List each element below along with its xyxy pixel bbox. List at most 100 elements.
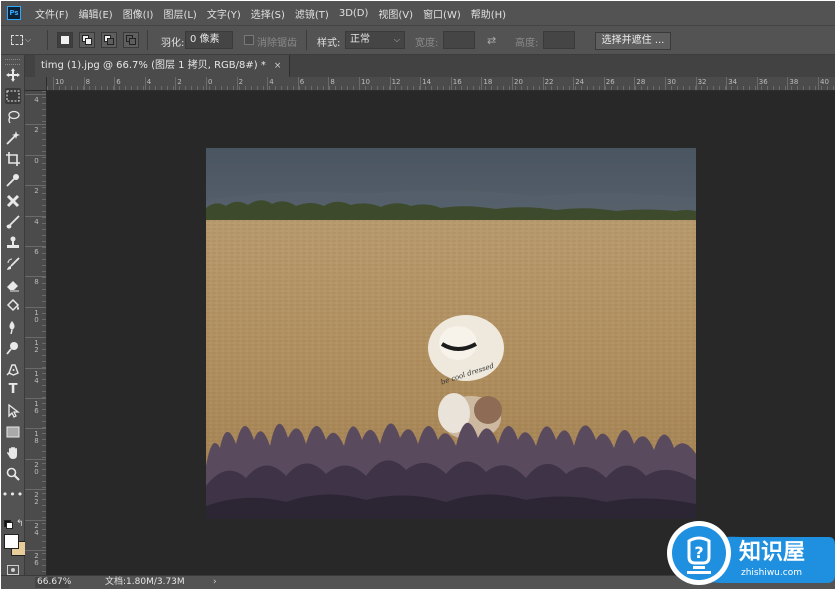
panel-grip-handle[interactable] [5,59,20,65]
antialias-checkbox[interactable] [244,35,254,45]
ruler-tick [267,77,269,90]
swap-colors-icon[interactable]: ↰ [16,519,24,529]
close-tab-icon[interactable]: × [274,61,282,71]
blur-tool-icon[interactable] [5,319,21,335]
default-colors-icon[interactable] [4,520,13,529]
menu-type[interactable]: 文字(Y) [207,6,241,21]
magic-wand-tool-icon[interactable] [5,130,21,146]
more-tools-icon[interactable]: ••• [2,487,23,503]
quick-mask-icon[interactable] [7,565,19,575]
style-label: 样式: [317,38,341,49]
ruler-tick [25,185,46,187]
ruler-tick [726,77,728,90]
zoom-tool-icon[interactable] [5,466,21,482]
ruler-tick [25,124,46,126]
ruler-label: 20 [34,460,39,476]
add-to-selection-button[interactable] [79,32,95,48]
paint-bucket-tool-icon[interactable] [5,298,21,314]
ruler-label: 2 [34,126,39,135]
ruler-tick [25,215,46,217]
swap-dimensions-icon[interactable]: ⇄ [487,34,496,47]
vertical-ruler[interactable]: 4 2 0 2 4 6 8 10 12 14 16 18 20 22 24 26 [25,91,47,575]
ruler-tick [818,77,819,90]
menu-bar: Ps 文件(F) 编辑(E) 图像(I) 图层(L) 文字(Y) 选择(S) 滤… [1,1,835,25]
move-tool-icon[interactable] [5,67,21,83]
type-tool-icon[interactable]: T [5,382,21,398]
ruler-tick [328,77,330,90]
status-menu-arrow-icon[interactable]: › [213,576,217,589]
options-bar: ⌵ 羽化: 0 像素 消除锯齿 样式: 正常 ⌵ 宽度: ⇄ 高度: 选择并遮住… [1,25,835,55]
subtract-from-selection-button[interactable] [101,32,117,48]
options-divider [47,30,48,50]
style-select[interactable]: 正常 ⌵ [345,31,405,49]
ruler-tick [25,398,46,399]
rectangular-marquee-tool-icon[interactable] [5,88,21,104]
eraser-tool-icon[interactable] [5,277,21,293]
ruler-label: 16 [452,78,462,86]
ruler-label: 18 [483,78,493,86]
ruler-label: 12 [34,339,39,355]
watermark-url: zhishiwu.com [741,568,802,578]
ruler-label: 22 [34,491,39,507]
ruler-tick [25,94,46,95]
ruler-tick [603,77,605,90]
menu-edit[interactable]: 编辑(E) [79,6,113,21]
new-selection-button[interactable] [57,32,73,48]
horizontal-ruler[interactable]: 10 8 6 4 2 0 2 4 6 8 10 12 14 16 18 20 22 24 26 28 30 32 34 36 3… [47,77,835,91]
eyedropper-tool-icon[interactable] [5,172,21,188]
zoom-level-field[interactable]: 66.67% [35,577,71,588]
lasso-tool-icon[interactable] [5,109,21,125]
dodge-tool-icon[interactable] [5,340,21,356]
menu-layer[interactable]: 图层(L) [163,6,196,21]
menu-filter[interactable]: 滤镜(T) [295,6,329,21]
menu-select[interactable]: 选择(S) [251,6,285,21]
crop-tool-icon[interactable] [5,151,21,167]
path-selection-tool-icon[interactable] [5,403,21,419]
menu-image[interactable]: 图像(I) [123,6,154,21]
width-input[interactable] [443,31,475,49]
history-brush-tool-icon[interactable] [5,256,21,272]
ruler-origin[interactable] [25,77,47,91]
feather-input[interactable]: 0 像素 [185,31,233,49]
menu-view[interactable]: 视图(V) [378,6,413,21]
marquee-preset-icon [11,35,23,45]
menu-3d[interactable]: 3D(D) [339,8,369,19]
chevron-down-icon: ⌵ [25,35,32,44]
brush-tool-icon[interactable] [5,214,21,230]
svg-text:?: ? [694,543,703,562]
ruler-tick [175,77,177,90]
height-label: 高度: [515,38,539,49]
ruler-tick [297,77,299,90]
document-tab-title: timg (1).jpg @ 66.7% (图层 1 拷贝, RGB/8#) * [41,60,266,71]
canvas-workspace[interactable]: be cool dressed [47,91,835,575]
select-and-mask-button[interactable]: 选择并遮住 ... [595,32,671,50]
ruler-label: 6 [34,248,39,256]
ruler-label: 2 [238,78,244,86]
ruler-tick [665,77,666,90]
document-tab[interactable]: timg (1).jpg @ 66.7% (图层 1 拷贝, RGB/8#) *… [35,55,291,77]
options-divider [147,30,148,50]
ruler-tick [389,77,391,90]
document-tab-bar: timg (1).jpg @ 66.7% (图层 1 拷贝, RGB/8#) *… [25,55,835,77]
pen-tool-icon[interactable] [5,361,21,377]
document-image[interactable]: be cool dressed [206,148,696,519]
ruler-label: 14 [422,78,432,86]
height-input[interactable] [543,31,575,49]
ruler-tick [481,77,483,90]
ruler-label: 4 [34,96,39,104]
menu-window[interactable]: 窗口(W) [423,6,461,21]
rectangle-tool-icon[interactable] [5,424,21,440]
ruler-label: 36 [758,78,768,86]
menu-help[interactable]: 帮助(H) [471,6,506,21]
foreground-color-swatch[interactable] [4,534,19,549]
tool-preset-picker[interactable]: ⌵ [11,33,35,47]
hand-tool-icon[interactable] [5,445,21,461]
ruler-label: 20 [514,78,523,86]
spot-healing-tool-icon[interactable] [5,193,21,209]
ruler-label: 8 [330,78,335,86]
ruler-label: 16 [34,400,39,415]
clone-stamp-tool-icon[interactable] [5,235,21,251]
menu-file[interactable]: 文件(F) [35,6,69,21]
intersect-selection-button[interactable] [123,32,139,48]
ruler-tick [25,337,46,339]
